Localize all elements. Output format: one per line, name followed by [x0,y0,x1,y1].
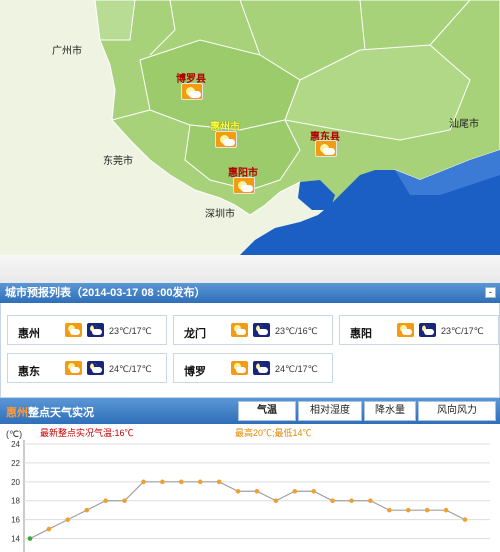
city-forecast-header: 城市预报列表（2014-03-17 08 :00发布） - [0,283,500,303]
city-card[interactable]: 惠州 23℃/17℃ [7,315,167,345]
map-label-dongguan: 东莞市 [103,156,133,167]
sunny-cloudy-icon [65,361,82,375]
night-cloudy-icon [253,323,270,337]
city-forecast-list: 惠州 23℃/17℃ 龙门 23℃/16℃ 惠阳 23℃/17℃ 惠东 24℃/… [0,303,500,398]
data-point[interactable] [216,479,222,485]
city-card[interactable]: 惠东 24℃/17℃ [7,353,167,383]
data-point[interactable] [405,507,411,513]
sunny-cloudy-icon[interactable] [181,83,203,100]
map-footer-strip [0,255,500,283]
y-tick-label: 18 [11,497,20,506]
data-point[interactable] [443,507,449,513]
city-name: 龙门 [184,328,206,340]
city-card[interactable]: 惠阳 23℃/17℃ [339,315,499,345]
data-point[interactable] [65,517,71,522]
city-temp: 24℃/17℃ [109,364,152,374]
data-point[interactable] [46,526,52,532]
city-temp: 23℃/16℃ [275,326,318,336]
data-point[interactable] [462,517,468,522]
data-point[interactable] [368,498,373,504]
temperature-chart: (℃) 最新整点实况气温:16℃ 最高20℃;最低14℃ 24 22 20 18 16 1… [0,424,500,552]
y-tick-label: 14 [11,535,20,544]
data-point[interactable] [103,498,108,504]
weather-map[interactable]: 广州市 东莞市 深圳市 汕尾市 博罗县 惠州市 惠东县 惠阳市 [0,0,500,255]
city-temp: 24℃/17℃ [275,364,318,374]
city-name: 惠州 [18,328,40,340]
data-point[interactable] [160,479,165,485]
tab-temperature[interactable]: 气温 [238,401,296,421]
night-cloudy-icon [419,323,436,337]
data-point[interactable] [330,498,335,504]
map-label-guangzhou: 广州市 [52,46,82,57]
sunny-cloudy-icon [231,323,248,337]
night-cloudy-icon [87,361,104,375]
data-point[interactable] [254,488,260,494]
tab-precipitation[interactable]: 降水量 [364,401,416,421]
data-point[interactable] [424,507,430,513]
observation-title-text: 整点天气实况 [28,407,94,419]
sunny-cloudy-icon [231,361,248,375]
data-point[interactable] [122,498,127,504]
city-temp: 23℃/17℃ [109,326,152,336]
data-point[interactable] [292,488,298,494]
city-name: 惠阳 [350,328,372,340]
data-point[interactable] [273,498,279,504]
map-canvas [0,0,500,255]
map-label-shenzhen: 深圳市 [205,209,235,220]
data-point[interactable] [27,536,33,541]
chart-range-text: 最高20℃;最低14℃ [235,427,312,438]
series-line [29,481,466,540]
city-name: 惠东 [18,366,40,378]
sunny-cloudy-icon [397,323,414,337]
data-point[interactable] [197,479,203,485]
observation-city: 惠州 [6,407,28,419]
night-cloudy-icon [87,323,104,337]
tab-wind[interactable]: 风向风力 [418,401,496,421]
city-temp: 23℃/17℃ [441,326,484,336]
sunny-cloudy-icon[interactable] [315,140,337,157]
city-card[interactable]: 博罗 24℃/17℃ [173,353,333,383]
map-label-shanwei: 汕尾市 [449,119,479,130]
night-cloudy-icon [253,361,270,375]
city-name: 博罗 [184,366,206,378]
data-point[interactable] [141,479,146,485]
y-tick-label: 24 [11,440,20,449]
temperature-chart-svg: (℃) 最新整点实况气温:16℃ 最高20℃;最低14℃ 24 22 20 18 16 1… [6,427,490,552]
sunny-cloudy-icon[interactable] [233,177,255,194]
sunny-cloudy-icon [65,323,82,337]
chart-unit-label: (℃) [6,429,22,439]
sunny-cloudy-icon[interactable] [215,131,237,148]
observation-header: 惠州整点天气实况 气温 相对湿度 降水量 风向风力 [0,398,500,424]
city-card[interactable]: 龙门 23℃/16℃ [173,315,333,345]
tab-humidity[interactable]: 相对湿度 [298,401,362,421]
y-tick-label: 22 [11,459,20,468]
city-forecast-title: 城市预报列表（2014-03-17 08 :00发布） [5,287,206,299]
data-point[interactable] [84,507,90,513]
chart-latest-text: 最新整点实况气温:16℃ [40,427,134,438]
data-point[interactable] [235,488,241,494]
collapse-button[interactable]: - [485,287,496,298]
data-point[interactable] [311,488,316,494]
y-tick-label: 20 [11,478,20,487]
data-point[interactable] [387,507,392,513]
observation-title: 惠州整点天气实况 [6,404,94,420]
data-point[interactable] [179,479,184,485]
y-tick-label: 16 [11,516,20,525]
data-point[interactable] [349,498,354,504]
